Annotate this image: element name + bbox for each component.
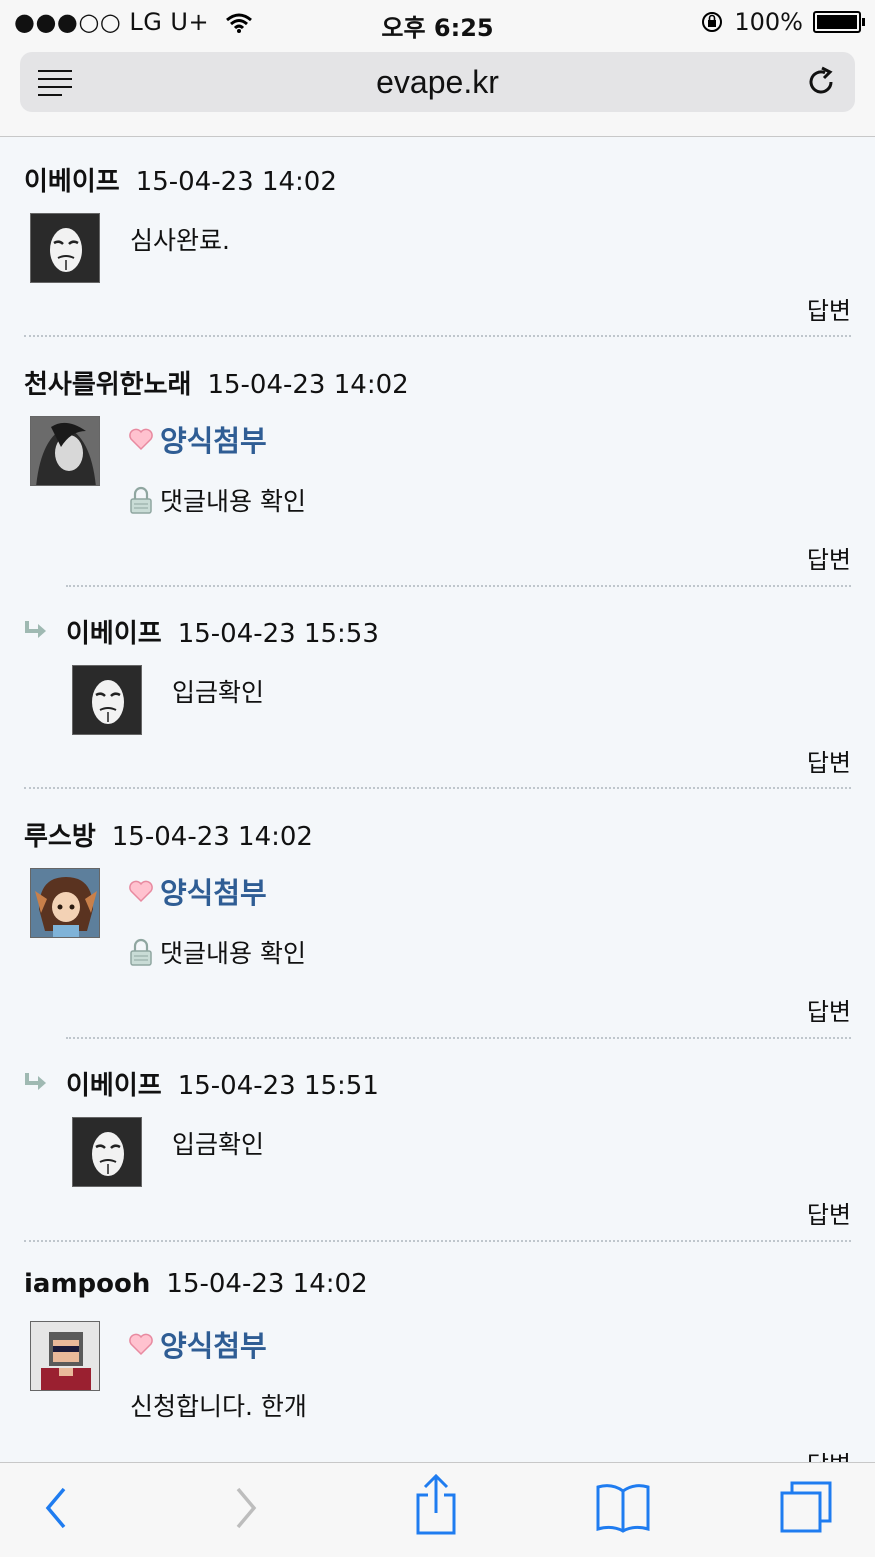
comment-author[interactable]: 천사를위한노래 — [24, 370, 191, 400]
reply-arrow-icon — [25, 621, 46, 638]
comment-header: 이베이프 15-04-23 15:51 — [66, 1065, 379, 1102]
battery-percent: 100% — [734, 8, 803, 36]
battery-icon — [813, 11, 865, 33]
comment-text: 신청합니다. 한개 — [130, 1392, 307, 1421]
form-title-text[interactable]: 양식첨부 — [160, 1323, 267, 1365]
divider — [66, 585, 851, 587]
lock-icon — [130, 486, 152, 514]
avatar — [72, 1117, 142, 1187]
secret-comment[interactable]: 댓글내용 확인 — [128, 482, 306, 518]
comment-author[interactable]: 이베이프 — [24, 167, 120, 197]
mask-avatar-image — [50, 228, 82, 272]
comment-author[interactable]: 이베이프 — [66, 1071, 162, 1101]
reload-icon[interactable] — [803, 64, 839, 100]
secret-comment-text[interactable]: 댓글내용 확인 — [160, 934, 306, 970]
mask-avatar-image — [92, 680, 124, 724]
back-icon[interactable] — [40, 1483, 70, 1533]
mask-avatar-image — [92, 1132, 124, 1176]
comment-date: 15-04-23 14:02 — [207, 370, 409, 400]
reply-button[interactable]: 답변 — [807, 992, 851, 1027]
browser-toolbar — [0, 1462, 875, 1557]
reply-arrow-icon — [25, 1073, 46, 1090]
address-bar[interactable]: evape.kr — [20, 52, 855, 112]
comment-author[interactable]: 이베이프 — [66, 619, 162, 649]
comment-date: 15-04-23 14:02 — [135, 167, 337, 197]
avatar — [30, 868, 100, 938]
reply-button[interactable]: 답변 — [807, 540, 851, 575]
comment-header: 이베이프 15-04-23 14:02 — [24, 161, 337, 198]
comment-header: 루스방 15-04-23 14:02 — [24, 816, 313, 853]
comment-author[interactable]: iampooh — [24, 1269, 150, 1299]
avatar — [30, 1321, 100, 1391]
forward-icon[interactable] — [232, 1483, 262, 1533]
secret-comment[interactable]: 댓글내용 확인 — [128, 934, 306, 970]
form-attachment-title[interactable]: 양식첨부 — [128, 870, 267, 912]
comment-header: iampooh 15-04-23 14:02 — [24, 1269, 368, 1299]
heart-icon — [129, 428, 153, 451]
comment-list: 이베이프 15-04-23 14:02 심사완료. 답변 천사를위한노래 15-04… — [0, 137, 875, 1462]
tabs-icon[interactable] — [778, 1479, 836, 1537]
form-attachment-title[interactable]: 양식첨부 — [128, 1323, 267, 1365]
comment-date: 15-04-23 14:02 — [111, 822, 313, 852]
comment-text: 심사완료. — [130, 226, 230, 255]
lock-icon — [130, 938, 152, 966]
comment-date: 15-04-23 15:51 — [177, 1071, 379, 1101]
avatar — [72, 665, 142, 735]
cartoon-avatar-image — [31, 869, 99, 937]
avatar — [30, 213, 100, 283]
comment-header: 천사를위한노래 15-04-23 14:02 — [24, 364, 409, 401]
status-bar: ●●●○○ LG U+ 오후 6:25 100% — [0, 0, 875, 44]
bookmarks-icon[interactable] — [594, 1481, 652, 1535]
divider — [24, 787, 851, 789]
battery-area: 100% — [700, 8, 865, 36]
divider — [66, 1037, 851, 1039]
reply-button[interactable]: 답변 — [807, 1195, 851, 1230]
share-icon[interactable] — [412, 1473, 460, 1537]
comment-author[interactable]: 루스방 — [24, 822, 96, 852]
divider — [24, 335, 851, 337]
browser-header: evape.kr — [0, 44, 875, 137]
rotation-lock-icon — [702, 12, 723, 32]
woman-avatar-image — [31, 417, 99, 485]
pixel-avatar-image — [31, 1322, 99, 1390]
divider — [24, 1240, 851, 1242]
heart-icon — [129, 1333, 153, 1356]
comment-date: 15-04-23 15:53 — [177, 619, 379, 649]
form-title-text[interactable]: 양식첨부 — [160, 870, 267, 912]
avatar — [30, 416, 100, 486]
reply-button[interactable]: 답변 — [807, 1445, 851, 1462]
form-attachment-title[interactable]: 양식첨부 — [128, 418, 267, 460]
comment-text: 입금확인 — [172, 1130, 265, 1159]
reply-button[interactable]: 답변 — [807, 743, 851, 778]
comment-date: 15-04-23 14:02 — [166, 1269, 368, 1299]
form-title-text[interactable]: 양식첨부 — [160, 418, 267, 460]
heart-icon — [129, 880, 153, 903]
url-text[interactable]: evape.kr — [20, 64, 855, 101]
secret-comment-text[interactable]: 댓글내용 확인 — [160, 482, 306, 518]
comment-text: 입금확인 — [172, 678, 265, 707]
comment-header: 이베이프 15-04-23 15:53 — [66, 613, 379, 650]
reply-button[interactable]: 답변 — [807, 291, 851, 326]
